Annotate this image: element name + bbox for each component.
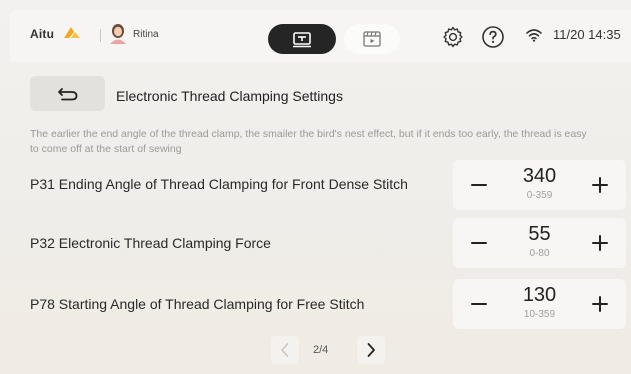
next-page-button[interactable] xyxy=(357,336,385,364)
wifi-icon xyxy=(526,29,542,42)
sewing-machine-icon xyxy=(293,32,311,48)
avatar[interactable] xyxy=(109,23,127,44)
decrement-button[interactable] xyxy=(459,279,499,329)
param-label-p31: P31 Ending Angle of Thread Clamping for … xyxy=(30,176,408,192)
chevron-left-icon xyxy=(281,343,289,357)
sewing-mode-button[interactable] xyxy=(268,24,336,54)
param-range: 10-359 xyxy=(523,309,556,320)
increment-button[interactable] xyxy=(580,160,620,210)
param-label-p32: P32 Electronic Thread Clamping Force xyxy=(30,235,271,251)
page-title: Electronic Thread Clamping Settings xyxy=(116,88,343,104)
brand-logo-icon xyxy=(64,27,80,38)
param-value[interactable]: 340 xyxy=(499,165,580,188)
decrement-button[interactable] xyxy=(459,160,499,210)
param-value[interactable]: 130 xyxy=(499,284,580,307)
settings-screen: Aitu Ritina 11/20 14:35 Electronic Threa… xyxy=(0,0,631,374)
gear-icon[interactable] xyxy=(441,25,465,49)
chevron-right-icon xyxy=(367,343,375,357)
param-stepper-p31: 340 0-359 xyxy=(453,160,626,210)
pattern-film-icon xyxy=(363,31,381,47)
increment-button[interactable] xyxy=(580,218,620,268)
param-range: 0-359 xyxy=(526,190,553,201)
param-stepper-p78: 130 10-359 xyxy=(453,279,626,329)
back-button[interactable] xyxy=(30,76,105,111)
param-label-p78: P78 Starting Angle of Thread Clamping fo… xyxy=(30,296,365,312)
decrement-button[interactable] xyxy=(459,218,499,268)
pattern-mode-button[interactable] xyxy=(344,24,400,54)
param-range: 0-80 xyxy=(529,248,550,259)
page-indicator: 2/4 xyxy=(313,344,329,356)
top-bar: Aitu Ritina 11/20 14:35 xyxy=(10,10,631,62)
brand-name: Aitu xyxy=(30,27,55,41)
param-value[interactable]: 55 xyxy=(499,223,580,246)
description-text: The earlier the end angle of the thread … xyxy=(30,128,587,155)
param-stepper-p32: 55 0-80 xyxy=(453,218,626,268)
header-divider xyxy=(100,29,101,42)
back-arrow-icon xyxy=(57,87,77,100)
mode-toggle xyxy=(268,24,406,54)
clock: 11/20 14:35 xyxy=(553,27,621,42)
prev-page-button[interactable] xyxy=(271,336,299,364)
username: Ritina xyxy=(133,29,159,40)
increment-button[interactable] xyxy=(580,279,620,329)
help-icon[interactable] xyxy=(481,25,505,49)
